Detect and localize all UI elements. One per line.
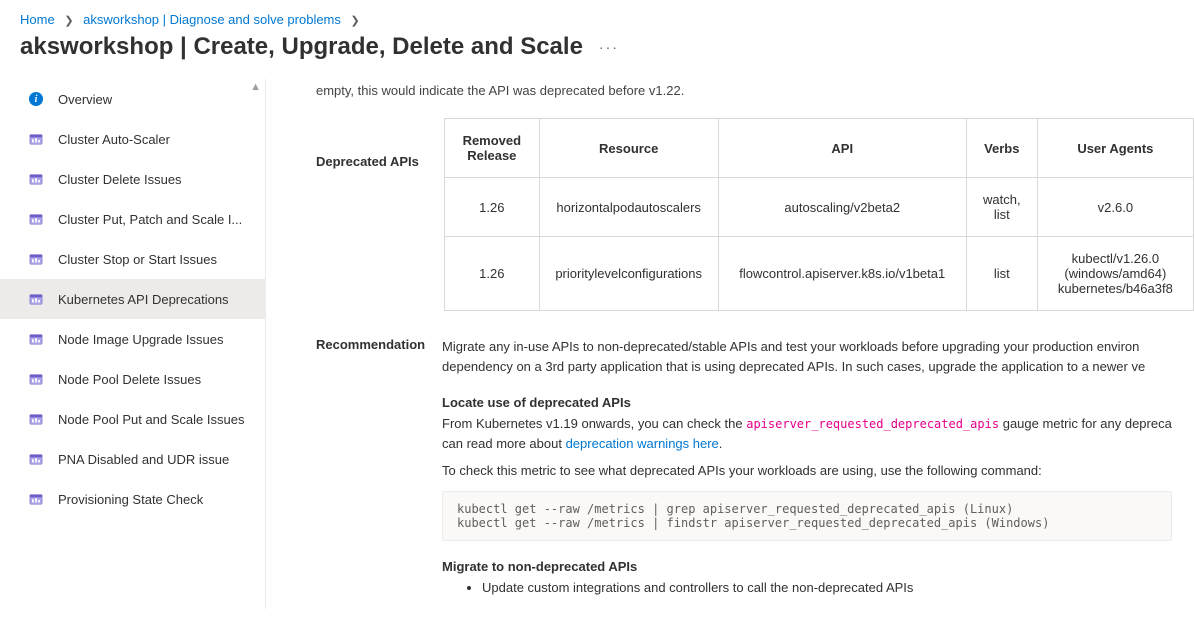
resource-icon bbox=[29, 252, 43, 266]
sidebar-item-label: PNA Disabled and UDR issue bbox=[58, 452, 229, 467]
sidebar-item-provisioning-state-check[interactable]: Provisioning State Check bbox=[0, 479, 265, 519]
resource-icon bbox=[28, 252, 44, 266]
resource-icon bbox=[29, 412, 43, 426]
table-row: 1.26horizontalpodautoscalersautoscaling/… bbox=[445, 178, 1194, 237]
reco-summary-a: Migrate any in-use APIs to non-deprecate… bbox=[442, 339, 1139, 354]
recommendation-label: Recommendation bbox=[316, 337, 442, 597]
sidebar-item-label: Cluster Delete Issues bbox=[58, 172, 182, 187]
sidebar-item-label: Node Pool Delete Issues bbox=[58, 372, 201, 387]
cell-api: autoscaling/v2beta2 bbox=[718, 178, 966, 237]
content-pane: empty, this would indicate the API was d… bbox=[266, 79, 1194, 609]
title-row: aksworkshop | Create, Upgrade, Delete an… bbox=[0, 33, 1194, 79]
cell-ua: v2.6.0 bbox=[1037, 178, 1193, 237]
resource-icon bbox=[29, 292, 43, 306]
resource-icon bbox=[28, 132, 44, 146]
migrate-heading: Migrate to non-deprecated APIs bbox=[442, 559, 1172, 574]
migrate-bullets: Update custom integrations and controlle… bbox=[442, 578, 1172, 597]
sidebar-item-label: Node Pool Put and Scale Issues bbox=[58, 412, 244, 427]
resource-icon bbox=[28, 452, 44, 466]
sidebar-item-cluster-auto-scaler[interactable]: Cluster Auto-Scaler bbox=[0, 119, 265, 159]
cell-resource: prioritylevelconfigurations bbox=[539, 237, 718, 311]
sidebar: ▲ i Overview Cluster Auto-Scaler Cluster De… bbox=[0, 79, 266, 609]
metric-code: apiserver_requested_deprecated_apis bbox=[746, 417, 999, 431]
cell-ua: kubectl/v1.26.0 (windows/amd64) kubernet… bbox=[1037, 237, 1193, 311]
reco-summary-b: dependency on a 3rd party application th… bbox=[442, 359, 1145, 374]
col-removed: Removed Release bbox=[445, 119, 540, 178]
sidebar-item-label: Cluster Put, Patch and Scale I... bbox=[58, 212, 242, 227]
more-button[interactable]: ··· bbox=[595, 35, 623, 59]
deprecated-apis-table: Removed Release Resource API Verbs User … bbox=[444, 118, 1194, 311]
sidebar-item-label: Overview bbox=[58, 92, 112, 107]
scroll-up-icon[interactable]: ▲ bbox=[250, 81, 261, 93]
resource-icon bbox=[29, 332, 43, 346]
resource-icon bbox=[29, 492, 43, 506]
resource-icon bbox=[28, 332, 44, 346]
resource-icon bbox=[29, 372, 43, 386]
col-resource: Resource bbox=[539, 119, 718, 178]
resource-icon bbox=[28, 372, 44, 386]
locate-heading: Locate use of deprecated APIs bbox=[442, 395, 1172, 410]
sidebar-item-node-image-upgrade-issues[interactable]: Node Image Upgrade Issues bbox=[0, 319, 265, 359]
chevron-right-icon: ❯ bbox=[345, 15, 366, 27]
sidebar-item-node-pool-delete-issues[interactable]: Node Pool Delete Issues bbox=[0, 359, 265, 399]
chevron-right-icon: ❯ bbox=[58, 15, 79, 27]
locate-p-pre: From Kubernetes v1.19 onwards, you can c… bbox=[442, 416, 746, 431]
bullet-item: Update custom integrations and controlle… bbox=[482, 578, 1172, 597]
resource-icon bbox=[29, 172, 43, 186]
resource-icon bbox=[28, 492, 44, 506]
cell-verbs: watch, list bbox=[966, 178, 1037, 237]
resource-icon bbox=[28, 212, 44, 226]
sidebar-item-node-pool-put-and-scale-issues[interactable]: Node Pool Put and Scale Issues bbox=[0, 399, 265, 439]
breadcrumb: Home ❯ aksworkshop | Diagnose and solve … bbox=[0, 0, 1194, 33]
sidebar-item-label: Provisioning State Check bbox=[58, 492, 203, 507]
sidebar-item-label: Cluster Stop or Start Issues bbox=[58, 252, 217, 267]
resource-icon bbox=[29, 212, 43, 226]
sidebar-item-kubernetes-api-deprecations[interactable]: Kubernetes API Deprecations bbox=[0, 279, 265, 319]
sidebar-item-cluster-stop-or-start-issues[interactable]: Cluster Stop or Start Issues bbox=[0, 239, 265, 279]
cell-resource: horizontalpodautoscalers bbox=[539, 178, 718, 237]
cell-removed: 1.26 bbox=[445, 178, 540, 237]
col-verbs: Verbs bbox=[966, 119, 1037, 178]
check-p: To check this metric to see what depreca… bbox=[442, 461, 1172, 481]
sidebar-item-cluster-delete-issues[interactable]: Cluster Delete Issues bbox=[0, 159, 265, 199]
sidebar-item-pna-disabled-and-udr-issue[interactable]: PNA Disabled and UDR issue bbox=[0, 439, 265, 479]
sidebar-item-label: Kubernetes API Deprecations bbox=[58, 292, 229, 307]
table-row: 1.26prioritylevelconfigurationsflowcontr… bbox=[445, 237, 1194, 311]
col-api: API bbox=[718, 119, 966, 178]
sidebar-item-overview[interactable]: i Overview bbox=[0, 79, 265, 119]
resource-icon bbox=[29, 132, 43, 146]
recommendation-body: Migrate any in-use APIs to non-deprecate… bbox=[442, 337, 1172, 597]
sidebar-item-label: Node Image Upgrade Issues bbox=[58, 332, 223, 347]
resource-icon bbox=[28, 412, 44, 426]
page-title: aksworkshop | Create, Upgrade, Delete an… bbox=[20, 33, 583, 61]
sidebar-item-cluster-put-patch-and-scale-i[interactable]: Cluster Put, Patch and Scale I... bbox=[0, 199, 265, 239]
table-header-row: Removed Release Resource API Verbs User … bbox=[445, 119, 1194, 178]
breadcrumb-home[interactable]: Home bbox=[20, 12, 55, 27]
table-caption: Deprecated APIs bbox=[316, 118, 442, 169]
cell-removed: 1.26 bbox=[445, 237, 540, 311]
cell-verbs: list bbox=[966, 237, 1037, 311]
info-icon: i bbox=[28, 92, 44, 106]
col-ua: User Agents bbox=[1037, 119, 1193, 178]
sidebar-item-label: Cluster Auto-Scaler bbox=[58, 132, 170, 147]
deprecation-warnings-link[interactable]: deprecation warnings here bbox=[566, 436, 719, 451]
locate-p2-pre: can read more about bbox=[442, 436, 566, 451]
cell-api: flowcontrol.apiserver.k8s.io/v1beta1 bbox=[718, 237, 966, 311]
breadcrumb-level1[interactable]: aksworkshop | Diagnose and solve problem… bbox=[83, 12, 341, 27]
intro-fragment: empty, this would indicate the API was d… bbox=[316, 83, 1194, 118]
locate-p-post: gauge metric for any depreca bbox=[1003, 416, 1172, 431]
code-block: kubectl get --raw /metrics | grep apiser… bbox=[442, 491, 1172, 541]
resource-icon bbox=[28, 292, 44, 306]
resource-icon bbox=[28, 172, 44, 186]
resource-icon bbox=[29, 452, 43, 466]
